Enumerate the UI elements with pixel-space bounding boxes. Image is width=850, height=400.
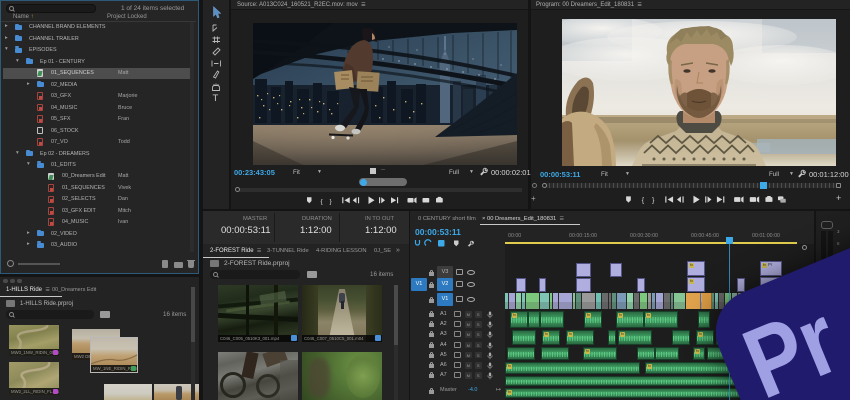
svg-text:{: { xyxy=(642,198,645,205)
svg-text:{: { xyxy=(321,198,324,205)
svg-text:T: T xyxy=(213,93,219,104)
svg-text:}: } xyxy=(652,198,655,205)
svg-text:}: } xyxy=(330,198,333,205)
